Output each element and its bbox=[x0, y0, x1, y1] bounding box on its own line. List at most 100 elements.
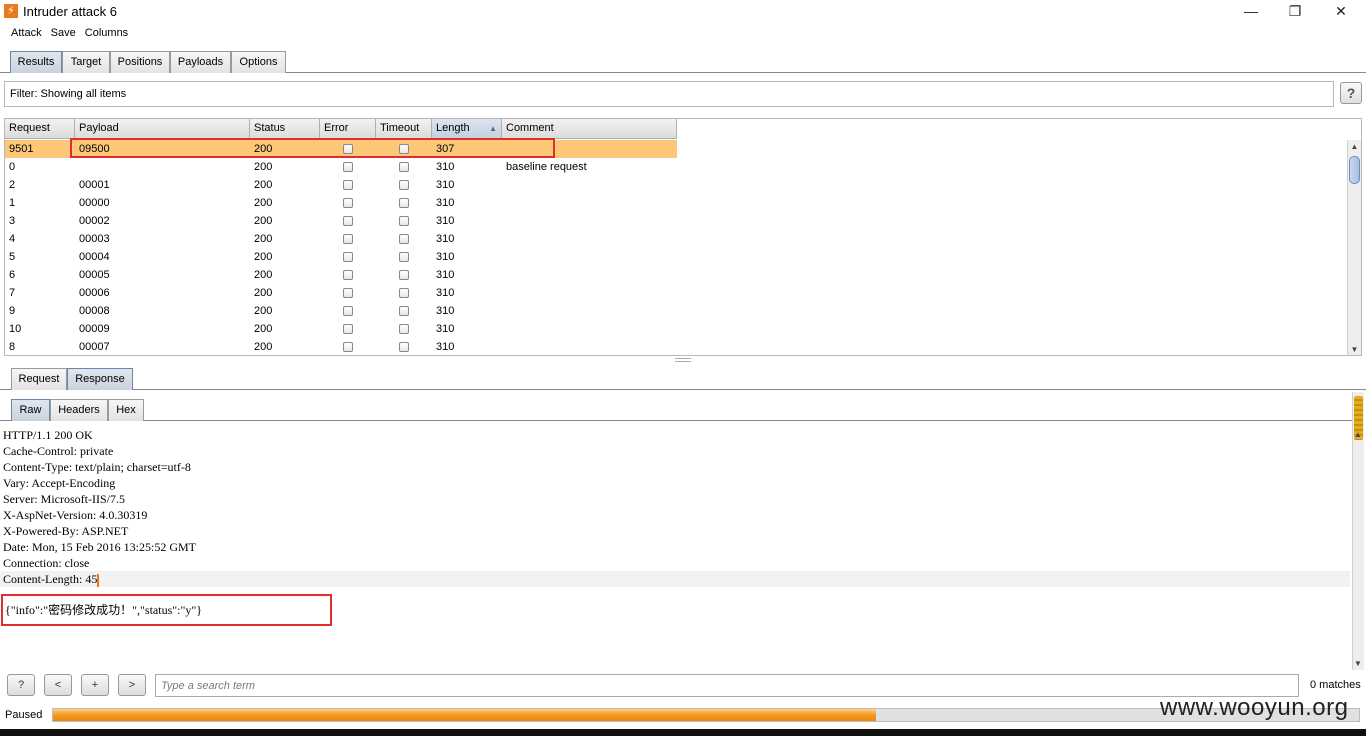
column-request[interactable]: Request bbox=[5, 119, 75, 139]
search-input[interactable] bbox=[155, 674, 1299, 697]
search-next-button[interactable]: > bbox=[118, 674, 146, 696]
tab-positions[interactable]: Positions bbox=[110, 51, 170, 73]
timeout-checkbox bbox=[399, 288, 409, 298]
table-row[interactable]: 3 00002 200 310 bbox=[5, 212, 677, 230]
tab-request[interactable]: Request bbox=[11, 368, 67, 390]
cell-length: 310 bbox=[436, 287, 455, 299]
response-header-text: Date: Mon, 15 Feb 2016 13:25:52 GMT bbox=[3, 540, 196, 554]
table-row[interactable]: 4 00003 200 310 bbox=[5, 230, 677, 248]
table-row[interactable]: 1 00000 200 310 bbox=[5, 194, 677, 212]
error-checkbox bbox=[343, 198, 353, 208]
column-status[interactable]: Status bbox=[250, 119, 320, 139]
menu-save[interactable]: Save bbox=[48, 25, 79, 41]
response-header-text: HTTP/1.1 200 OK bbox=[3, 428, 93, 442]
scroll-thumb[interactable] bbox=[1349, 156, 1360, 184]
tab-options[interactable]: Options bbox=[231, 51, 286, 73]
table-row[interactable]: 8 00007 200 310 bbox=[5, 338, 677, 355]
close-button[interactable]: ✕ bbox=[1318, 0, 1364, 24]
table-row[interactable]: 6 00005 200 310 bbox=[5, 266, 677, 284]
column-length[interactable]: Length ▲ bbox=[432, 119, 502, 139]
split-pane-handle[interactable] bbox=[675, 358, 691, 362]
table-scrollbar[interactable]: ▲ ▼ bbox=[1347, 140, 1361, 355]
highlight-box-payload-row bbox=[70, 138, 555, 158]
sort-ascending-icon: ▲ bbox=[489, 124, 497, 133]
table-row[interactable]: 0 200 310 baseline request bbox=[5, 158, 677, 176]
filter-help-button[interactable]: ? bbox=[1340, 82, 1362, 104]
text-caret bbox=[97, 573, 100, 587]
filter-bar[interactable]: Filter: Showing all items bbox=[4, 81, 1334, 107]
column-error[interactable]: Error bbox=[320, 119, 376, 139]
tab-raw[interactable]: Raw bbox=[11, 399, 50, 421]
cell-status: 200 bbox=[254, 197, 273, 209]
cell-length: 310 bbox=[436, 305, 455, 317]
response-header-line: Connection: close bbox=[3, 555, 89, 571]
response-scroll-down-icon[interactable]: ▼ bbox=[1352, 657, 1364, 670]
table-row[interactable]: 10 00009 200 310 bbox=[5, 320, 677, 338]
cell-request: 8 bbox=[9, 341, 16, 353]
cell-payload: 00006 bbox=[79, 287, 110, 299]
response-scroll-up-icon[interactable]: ▲ bbox=[1352, 428, 1364, 441]
cell-payload: 00007 bbox=[79, 341, 110, 353]
cell-status: 200 bbox=[254, 161, 273, 173]
restore-button[interactable]: ❐ bbox=[1272, 0, 1318, 24]
response-header-line: Vary: Accept-Encoding bbox=[3, 475, 115, 491]
response-scrollbar[interactable]: ▲ ▼ bbox=[1352, 392, 1364, 670]
timeout-checkbox bbox=[399, 324, 409, 334]
cell-length: 310 bbox=[436, 269, 455, 281]
timeout-checkbox bbox=[399, 270, 409, 280]
response-header-text: Content-Type: text/plain; charset=utf-8 bbox=[3, 460, 191, 474]
burp-app-icon: ⚡ bbox=[4, 4, 18, 18]
tab-payloads[interactable]: Payloads bbox=[170, 51, 231, 73]
cell-comment: baseline request bbox=[506, 161, 587, 173]
timeout-checkbox bbox=[399, 198, 409, 208]
cell-request: 7 bbox=[9, 287, 16, 299]
error-checkbox bbox=[343, 252, 353, 262]
error-checkbox bbox=[343, 162, 353, 172]
table-row[interactable]: 5 00004 200 310 bbox=[5, 248, 677, 266]
search-help-button[interactable]: ? bbox=[7, 674, 35, 696]
column-comment[interactable]: Comment bbox=[502, 119, 677, 139]
scroll-down-icon[interactable]: ▼ bbox=[1348, 343, 1361, 355]
cell-length: 310 bbox=[436, 251, 455, 263]
table-row[interactable]: 7 00006 200 310 bbox=[5, 284, 677, 302]
cell-length: 310 bbox=[436, 323, 455, 335]
raw-response-editor[interactable]: HTTP/1.1 200 OK Cache-Control: private Con… bbox=[0, 427, 1350, 669]
column-timeout[interactable]: Timeout bbox=[376, 119, 432, 139]
tab-target[interactable]: Target bbox=[62, 51, 110, 73]
menu-bar: Attack Save Columns bbox=[0, 25, 131, 43]
menu-attack[interactable]: Attack bbox=[8, 25, 45, 41]
response-header-text: Vary: Accept-Encoding bbox=[3, 476, 116, 490]
error-checkbox bbox=[343, 288, 353, 298]
response-header-line: Date: Mon, 15 Feb 2016 13:25:52 GMT bbox=[3, 539, 196, 555]
cell-length: 310 bbox=[436, 341, 455, 353]
cell-payload: 00001 bbox=[79, 179, 110, 191]
minimize-button[interactable]: — bbox=[1228, 0, 1274, 24]
column-length-label: Length bbox=[436, 122, 470, 134]
cell-payload: 00002 bbox=[79, 215, 110, 227]
search-add-button[interactable]: + bbox=[81, 674, 109, 696]
cell-length: 310 bbox=[436, 233, 455, 245]
menu-columns[interactable]: Columns bbox=[82, 25, 131, 41]
error-checkbox bbox=[343, 180, 353, 190]
error-checkbox bbox=[343, 324, 353, 334]
response-header-text: Server: Microsoft-IIS/7.5 bbox=[3, 492, 125, 506]
tab-hex[interactable]: Hex bbox=[108, 399, 144, 421]
message-tab-strip: Request Response bbox=[0, 366, 1366, 390]
error-checkbox bbox=[343, 342, 353, 352]
column-payload[interactable]: Payload bbox=[75, 119, 250, 139]
cell-payload: 00009 bbox=[79, 323, 110, 335]
table-row[interactable]: 9 00008 200 310 bbox=[5, 302, 677, 320]
attack-status-label: Paused bbox=[5, 709, 43, 721]
response-header-line: Cache-Control: private bbox=[3, 443, 113, 459]
cell-status: 200 bbox=[254, 323, 273, 335]
tab-headers[interactable]: Headers bbox=[50, 399, 108, 421]
cell-status: 200 bbox=[254, 251, 273, 263]
cell-request: 3 bbox=[9, 215, 16, 227]
tab-results[interactable]: Results bbox=[10, 51, 62, 73]
table-row[interactable]: 2 00001 200 310 bbox=[5, 176, 677, 194]
tab-response[interactable]: Response bbox=[67, 368, 133, 390]
attack-progress-fill bbox=[53, 709, 876, 721]
search-prev-button[interactable]: < bbox=[44, 674, 72, 696]
scroll-up-icon[interactable]: ▲ bbox=[1348, 140, 1361, 153]
cell-payload: 00003 bbox=[79, 233, 110, 245]
